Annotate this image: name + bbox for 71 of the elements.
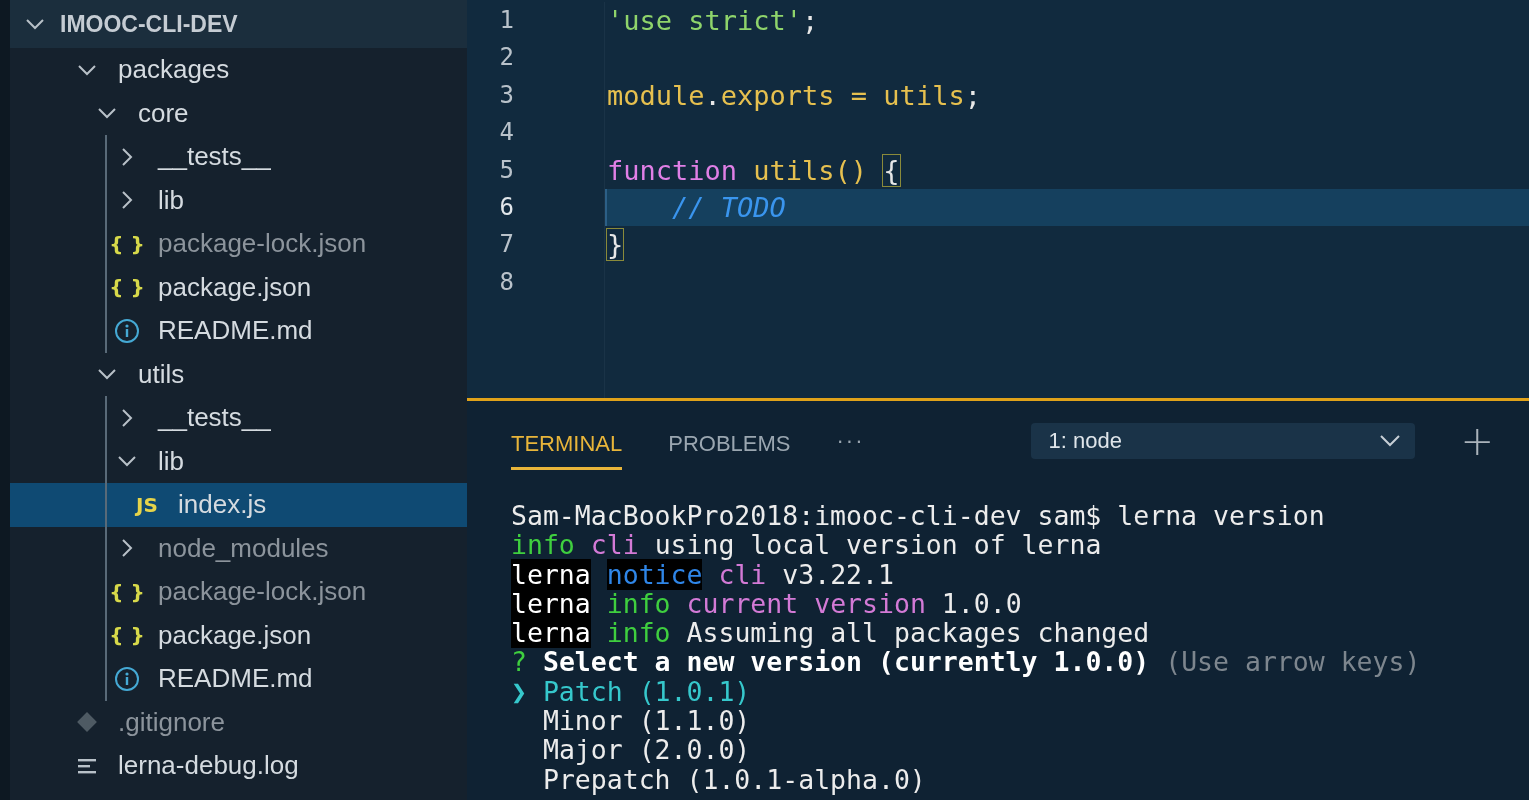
line-number: 3	[498, 79, 515, 111]
tree-item[interactable]: .gitignore	[10, 700, 467, 744]
terminal-line: Major (2.0.0)	[541, 735, 752, 765]
file-name: package-lock.json	[158, 576, 367, 608]
tree-item[interactable]: node_modules	[10, 526, 467, 570]
terminal-line: Prepatch (1.0.1-alpha.0)	[541, 764, 927, 794]
file-name: core	[138, 97, 189, 129]
terminal-line: ❯ Patch (1.0.1)	[511, 676, 752, 707]
line-number: 8	[498, 266, 515, 298]
file-name: node_modules	[158, 532, 329, 564]
tree-item[interactable]: lib	[10, 439, 467, 483]
json-braces-icon: { }	[109, 623, 145, 648]
more-button[interactable]: ···	[836, 428, 865, 454]
file-name: lib	[158, 445, 184, 477]
tree-item[interactable]: core	[10, 91, 467, 135]
info-icon	[114, 665, 140, 692]
line-number: 7	[498, 229, 515, 261]
line-number: 6	[498, 191, 515, 223]
file-name: .gitignore	[118, 706, 225, 738]
code-line: module.exports = utils;	[606, 78, 982, 113]
tree-item[interactable]: lerna-debug.log	[10, 744, 467, 788]
explorer-header[interactable]: IMOOC-CLI-DEV	[10, 0, 467, 48]
file-name: index.js	[178, 489, 267, 521]
terminal-select[interactable]: 1: node	[1030, 423, 1415, 459]
tree-item[interactable]: README.md	[10, 309, 467, 353]
info-icon	[114, 317, 140, 344]
file-name: utils	[138, 358, 185, 390]
code-line: 'use strict';	[606, 4, 820, 38]
json-braces-icon: { }	[109, 275, 145, 300]
add-terminal-button[interactable]: +	[1460, 421, 1494, 461]
file-name: __tests__	[158, 402, 271, 434]
tree-item[interactable]: packages	[10, 48, 467, 92]
file-name: package.json	[158, 271, 312, 303]
folder-title: IMOOC-CLI-DEV	[60, 10, 238, 38]
file-name: lerna-debug.log	[118, 750, 299, 782]
code-line: function utils() {	[606, 153, 901, 188]
terminal-line: Minor (1.1.0)	[541, 706, 752, 736]
js-file-icon: JS	[136, 492, 158, 517]
file-name: package-lock.json	[158, 228, 367, 260]
line-number: 1	[498, 5, 515, 36]
panel-tab[interactable]: PROBLEMS	[668, 422, 791, 470]
terminal-line: lerna info current version 1.0.0	[511, 588, 1023, 619]
tree-item[interactable]: { } package-lock.json	[10, 222, 467, 266]
chevron-down-icon	[1378, 434, 1401, 448]
terminal-line: Sam-MacBookPro2018:imooc-cli-dev sam$ lerna version	[511, 501, 1326, 531]
file-name: README.md	[158, 663, 313, 695]
line-number: 5	[498, 154, 515, 186]
panel-tab[interactable]: TERMINAL	[511, 422, 623, 470]
tree-item[interactable]: __tests__	[10, 135, 467, 179]
tree-item[interactable]: utils	[10, 352, 467, 396]
terminal-line: info cli using local version of lerna	[511, 530, 1103, 560]
terminal-line: ? Select a new version (currently 1.0.0) (Use arrow keys)	[511, 647, 1422, 677]
tree-item[interactable]: lib	[10, 178, 467, 222]
tree-item[interactable]: { } package.json	[10, 613, 467, 657]
file-name: package.json	[158, 619, 312, 651]
tree-item[interactable]: { } package.json	[10, 265, 467, 309]
file-name: lib	[158, 184, 184, 216]
tree-item[interactable]: JS index.js	[10, 483, 467, 527]
tree-item[interactable]: { } package-lock.json	[10, 570, 467, 614]
terminal-line: lerna notice cli v3.22.1	[511, 559, 895, 589]
file-name: packages	[118, 54, 230, 86]
code-line: }	[606, 228, 625, 263]
tree-item[interactable]: README.md	[10, 657, 467, 701]
tree-item[interactable]: __tests__	[10, 396, 467, 440]
json-braces-icon: { }	[109, 231, 145, 256]
terminal-line: lerna info Assuming all packages changed	[511, 618, 1151, 648]
line-number: 4	[498, 117, 515, 149]
json-braces-icon: { }	[109, 579, 145, 604]
file-name: README.md	[158, 315, 313, 347]
file-name: __tests__	[158, 141, 271, 173]
line-number: 2	[498, 42, 515, 74]
